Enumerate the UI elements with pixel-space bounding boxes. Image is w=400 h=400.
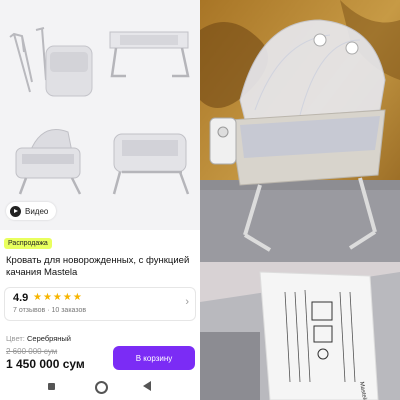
bassinet-thumb-2[interactable] [102,22,198,92]
android-nav-bar [0,376,200,400]
product-title: Кровать для новорожденных, с функцией ка… [6,255,190,278]
bassinet-thumb-3[interactable] [2,112,98,198]
color-value: Серебряный [26,334,71,343]
product-panel: Видео Распродажа Кровать для новорожденн… [0,0,200,400]
product-gallery[interactable]: Видео [0,0,200,230]
sale-badge: Распродажа [4,238,52,249]
bassinet-thumb-1[interactable] [2,22,98,107]
bassinet-thumb-4[interactable] [102,128,198,198]
home-icon[interactable] [95,381,108,394]
recents-icon[interactable] [48,383,55,390]
current-price: 1 450 000 сум [6,357,85,371]
video-button[interactable]: Видео [6,202,57,220]
product-label-photo: Mastela [200,262,400,400]
rating-stars: ★★★★★ [33,292,83,303]
old-price: 2 600 000 сум [6,347,58,356]
play-icon [10,205,21,217]
chevron-right-icon: › [185,296,189,308]
rating-value: 4.9 [13,292,29,304]
color-label: Цвет: [6,334,25,343]
back-icon[interactable] [143,381,151,391]
color-row: Цвет: Серебряный [6,334,71,343]
rating-card[interactable]: 4.9 ★★★★★ 7 отзывов · 10 заказов › [4,287,196,321]
add-to-cart-button[interactable]: В корзину [113,346,195,370]
bassinet-photo [200,0,400,262]
video-label: Видео [25,206,49,216]
reviews-orders: 7 отзывов · 10 заказов [13,307,87,314]
